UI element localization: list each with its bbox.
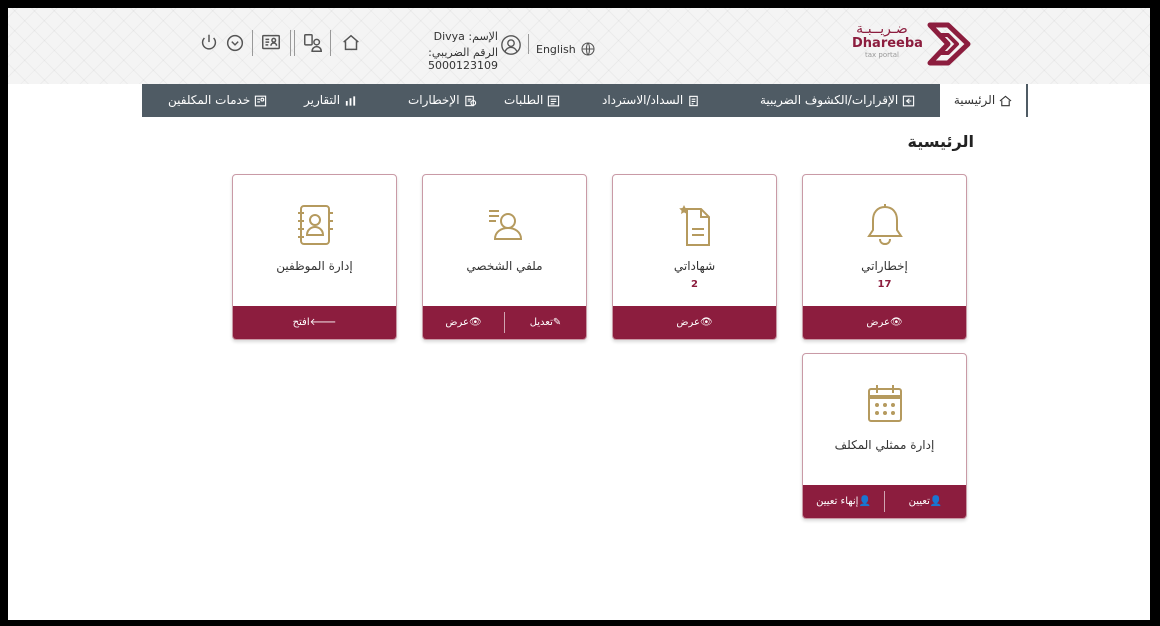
app-window: الإسم: Divya الرقم الضريبي: 5000123109 E… (8, 8, 1150, 620)
nav-payments[interactable]: السداد/الاسترداد (602, 84, 700, 117)
card-representatives: إدارة ممثلي المكلف 👤تعيين 👤إنهاء تعيين (802, 353, 967, 519)
divider (294, 30, 295, 56)
logo-text: ضـريــبـة Dhareeba tax portal (852, 21, 923, 59)
divider (330, 30, 331, 56)
nav-returns[interactable]: الإقرارات/الكشوف الضريبية (760, 84, 915, 117)
home-icon (999, 95, 1012, 107)
divider (290, 30, 291, 56)
nav-home[interactable]: الرئيسية (940, 84, 1026, 117)
user-remove-icon: 👤 (858, 496, 871, 507)
chevron-down-circle-icon[interactable] (224, 32, 246, 54)
card-footer: 🡐افتح (233, 306, 396, 339)
eye-icon: 👁 (889, 317, 903, 328)
card-footer: 👁عرض (803, 306, 966, 339)
notification-count: 17 (877, 279, 892, 290)
card-footer: ✎تعديل 👁عرض (423, 306, 586, 339)
assign-button[interactable]: 👤تعيين (885, 485, 966, 518)
eye-icon: 👁 (699, 317, 713, 328)
card-title: إدارة الموظفين (276, 259, 353, 273)
page-title: الرئيسية (907, 132, 975, 151)
bar-chart-icon (344, 95, 357, 107)
dhareeba-logo-icon (926, 21, 972, 67)
view-certificates-button[interactable]: 👁عرض (613, 306, 776, 339)
card-notifications: إخطاراتي 17 👁عرض (802, 174, 967, 340)
header-bar: الإسم: Divya الرقم الضريبي: 5000123109 E… (8, 8, 1150, 84)
arrow-left-icon: 🡐 (309, 317, 337, 328)
services-icon (254, 95, 267, 107)
address-book-icon (293, 201, 337, 249)
card-footer: 👁عرض (613, 306, 776, 339)
card-title: شهاداتي (673, 259, 716, 273)
unassign-button[interactable]: 👤إنهاء تعيين (803, 485, 884, 518)
bell-icon (863, 201, 907, 249)
view-notifications-button[interactable]: 👁عرض (803, 306, 966, 339)
user-avatar-icon[interactable] (500, 34, 522, 56)
notification-doc-icon (464, 95, 477, 107)
tax-number: الرقم الضريبي: 5000123109 (428, 46, 498, 72)
home-icon[interactable] (340, 32, 362, 54)
certificate-count: 2 (691, 279, 698, 290)
card-title: إدارة ممثلي المكلف (834, 438, 935, 452)
open-employees-button[interactable]: 🡐افتح (233, 306, 396, 339)
certificate-icon (673, 201, 717, 249)
calendar-icon (863, 380, 907, 428)
user-check-icon: 👤 (929, 496, 943, 507)
card-title: ملفي الشخصي (466, 259, 543, 273)
card-employees: إدارة الموظفين 🡐افتح (232, 174, 397, 340)
card-profile: ملفي الشخصي ✎تعديل 👁عرض (422, 174, 587, 340)
card-certificates: شهاداتي 2 👁عرض (612, 174, 777, 340)
edit-profile-button[interactable]: ✎تعديل (505, 306, 586, 339)
payment-icon (687, 95, 700, 107)
profile-icon (483, 201, 527, 249)
nav-requests[interactable]: الطلبات (504, 84, 560, 117)
card-title: إخطاراتي (861, 259, 908, 273)
user-name: الإسم: Divya (433, 30, 498, 43)
divider (252, 30, 253, 56)
nav-taxpayer-services[interactable]: خدمات المكلفين (168, 84, 267, 117)
divider (528, 34, 529, 54)
return-document-icon (902, 95, 915, 107)
language-switch[interactable]: English (536, 43, 576, 56)
user-switch-icon[interactable] (302, 32, 324, 54)
globe-icon[interactable] (580, 41, 596, 57)
view-profile-button[interactable]: 👁عرض (423, 306, 504, 339)
eye-icon: 👁 (468, 317, 482, 328)
nav-notifications[interactable]: الإخطارات (408, 84, 477, 117)
switch-taxpayer-icon[interactable] (260, 32, 282, 54)
requests-icon (547, 95, 560, 107)
nav-reports[interactable]: التقارير (304, 84, 357, 117)
power-icon[interactable] (198, 32, 220, 54)
card-footer: 👤تعيين 👤إنهاء تعيين (803, 485, 966, 518)
main-nav: الرئيسية الإقرارات/الكشوف الضريبية السدا… (8, 84, 1150, 117)
pencil-icon: ✎ (552, 317, 562, 328)
